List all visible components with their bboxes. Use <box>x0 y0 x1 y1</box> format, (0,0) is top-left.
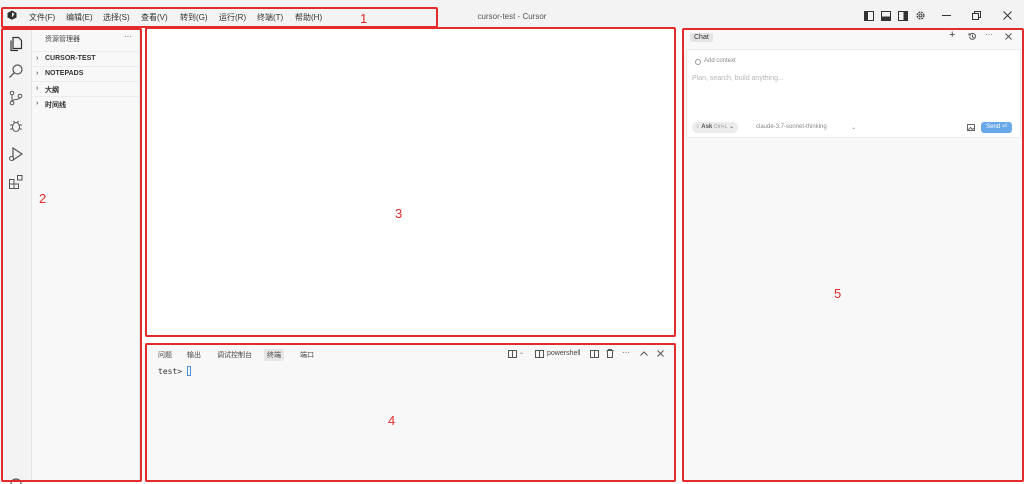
chevron-down-icon: ⌄ <box>729 124 735 130</box>
add-context-button[interactable]: Add context <box>704 58 736 64</box>
editor-area[interactable] <box>143 28 676 337</box>
chevron-right-icon: › <box>36 85 39 92</box>
chat-input[interactable]: Plan, search, build anything... <box>692 75 784 82</box>
section-label: CURSOR-TEST <box>45 55 96 62</box>
tab-problems[interactable]: 问题 <box>158 350 172 360</box>
new-chat-icon[interactable]: + <box>949 29 955 41</box>
section-label: 时间线 <box>45 102 66 109</box>
explorer-title: 资源管理器 <box>45 36 80 43</box>
send-label: Send <box>986 124 1001 130</box>
activity-bar <box>0 30 32 484</box>
panel-more-icon[interactable]: ··· <box>622 348 630 357</box>
terminal-cursor[interactable] <box>187 366 191 376</box>
section-notepads[interactable]: › NOTEPADS <box>32 66 140 81</box>
annotation-label-5: 5 <box>834 286 842 301</box>
chat-panel: Chat + ··· Add context Plan, search, bui… <box>683 28 1024 482</box>
section-timeline[interactable]: › 时间线 <box>32 96 140 111</box>
tab-debug-console[interactable]: 调试控制台 <box>217 350 252 360</box>
trash-icon[interactable] <box>606 349 614 358</box>
tab-output[interactable]: 输出 <box>187 350 201 360</box>
image-upload-icon[interactable] <box>967 124 975 131</box>
add-context-icon <box>695 59 701 65</box>
more-actions-icon[interactable]: ··· <box>124 32 132 41</box>
maximize-panel-icon[interactable] <box>640 351 648 356</box>
source-control-icon[interactable] <box>8 90 24 106</box>
restore-icon[interactable] <box>972 11 981 20</box>
new-terminal-icon[interactable] <box>508 350 517 358</box>
close-chat-icon[interactable] <box>1005 33 1012 40</box>
tab-terminal[interactable]: 终端 <box>264 349 284 361</box>
extensions-icon[interactable] <box>8 174 24 190</box>
chevron-down-icon[interactable]: ⌄ <box>851 124 856 131</box>
annotation-label-3: 3 <box>395 206 403 221</box>
chat-tab[interactable]: Chat <box>690 33 713 42</box>
model-selector[interactable]: claude-3.7-sonnet-thinking <box>756 124 827 130</box>
mode-selector[interactable]: ◌ Ask Ctrl+L ⌄ <box>692 122 739 133</box>
minimize-icon[interactable] <box>942 15 951 17</box>
terminal-prompt: test> <box>158 367 183 376</box>
section-cursor-test[interactable]: › CURSOR-TEST <box>32 51 140 66</box>
terminal-shell-icon <box>535 350 544 358</box>
close-window-icon[interactable] <box>1003 11 1012 20</box>
explorer-sidebar: 资源管理器 ··· › CURSOR-TEST › NOTEPADS › 大纲 … <box>32 30 140 482</box>
account-icon[interactable] <box>10 476 22 484</box>
toggle-panel-icon[interactable] <box>881 11 891 21</box>
explorer-icon[interactable] <box>8 36 24 52</box>
section-label: NOTEPADS <box>45 70 84 77</box>
terminal-shell-name[interactable]: powershell <box>547 350 580 357</box>
toggle-primary-sidebar-icon[interactable] <box>864 11 874 21</box>
annotation-label-2: 2 <box>39 191 47 206</box>
mode-shortcut: Ctrl+L <box>713 124 728 130</box>
debug-icon[interactable] <box>8 118 24 134</box>
chevron-right-icon: › <box>36 100 39 107</box>
bottom-panel: 问题 输出 调试控制台 终端 端口 ⌄ powershell ··· test> <box>143 343 676 482</box>
section-label: 大纲 <box>45 87 59 94</box>
toggle-secondary-sidebar-icon[interactable] <box>898 11 908 21</box>
chat-more-icon[interactable]: ··· <box>985 30 993 39</box>
annotation-label-1: 1 <box>360 11 368 26</box>
search-icon[interactable] <box>8 63 24 79</box>
chat-composer: Add context Plan, search, build anything… <box>686 49 1021 138</box>
split-terminal-icon[interactable] <box>590 350 599 358</box>
title-bar: 文件(F) 编辑(E) 选择(S) 查看(V) 转到(G) 运行(R) 终端(T… <box>0 0 1024 30</box>
annotation-label-4: 4 <box>388 413 396 428</box>
settings-gear-icon[interactable] <box>915 10 926 21</box>
close-panel-icon[interactable] <box>657 350 664 357</box>
chevron-right-icon: › <box>36 55 39 62</box>
chevron-down-icon[interactable]: ⌄ <box>519 349 524 356</box>
section-outline[interactable]: › 大纲 <box>32 81 140 96</box>
run-icon[interactable] <box>8 146 24 162</box>
chevron-right-icon: › <box>36 70 39 77</box>
send-button[interactable]: Send ⏎ <box>981 122 1012 133</box>
tab-ports[interactable]: 端口 <box>300 350 314 360</box>
mode-label: Ask <box>701 124 713 130</box>
history-icon[interactable] <box>968 32 977 41</box>
